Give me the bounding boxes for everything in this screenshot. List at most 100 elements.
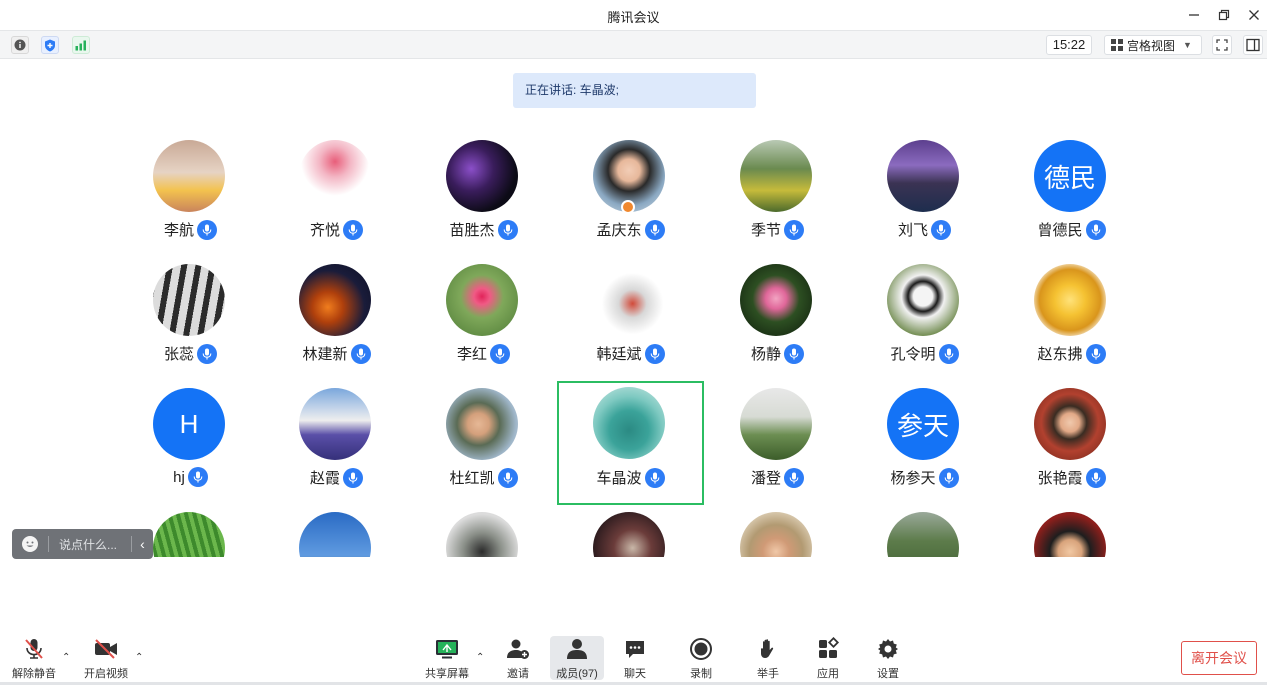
mic-icon [497,219,518,240]
grid-view-icon [1111,39,1123,51]
host-badge-icon [621,200,635,214]
hand-icon [755,636,781,662]
close-icon [1249,10,1259,20]
avatar [740,264,812,336]
participant-name: 杨参天 [890,470,936,487]
view-mode-dropdown[interactable]: 宫格视图 ▼ [1104,35,1202,55]
participant-tile[interactable]: 潘登 [704,378,851,502]
participant-tile[interactable]: H hj [117,378,264,502]
unmute-label: 解除静音 [12,668,56,680]
participant-tile[interactable]: 苗胜杰 [410,130,557,254]
emoji-icon[interactable] [22,536,38,552]
mic-icon [784,219,804,240]
avatar [446,140,518,212]
divider [48,536,49,552]
chat-placeholder[interactable]: 说点什么... [59,536,131,553]
mic-icon [1085,343,1106,364]
participant-tile[interactable] [851,502,998,557]
share-options-caret-icon[interactable]: ⌃ [476,652,484,663]
raise-hand-button[interactable]: 举手 [742,636,794,682]
mic-muted-icon [21,636,47,662]
apps-label: 应用 [817,668,839,680]
participant-name: 张蕊 [163,346,194,363]
participant-tile[interactable]: 齐悦 [263,130,410,254]
mic-icon [350,343,371,364]
members-button[interactable]: 成员(97) [551,636,603,682]
settings-button[interactable]: 设置 [862,636,914,682]
participant-tile[interactable]: 赵东拂 [998,254,1145,378]
avatar [593,512,665,557]
avatar [299,264,371,336]
participant-name: 刘飞 [897,222,928,239]
participant-name: hj [173,468,185,486]
participant-name: 赵霞 [309,470,340,487]
apps-button[interactable]: 应用 [802,636,854,682]
participant-name: 齐悦 [309,222,340,239]
side-panel-button[interactable] [1243,35,1263,55]
unmute-button[interactable]: 解除静音 [8,636,60,682]
participant-tile[interactable]: 李红 [410,254,557,378]
invite-user-icon [505,636,531,662]
caret-down-icon: ▼ [1183,40,1192,50]
invite-label: 邀请 [507,668,529,680]
security-button[interactable] [41,36,59,54]
speaking-indicator: 正在讲话: 车晶波; [513,73,756,108]
audio-options-caret-icon[interactable]: ⌃ [62,652,70,663]
mic-icon [490,343,510,364]
participant-tile[interactable]: 林建新 [263,254,410,378]
participant-tile[interactable]: 德民 曾德民 [998,130,1145,254]
participant-tile[interactable]: 杜红凯 [410,378,557,502]
mic-icon [931,219,951,240]
meeting-clock: 15:22 [1046,35,1092,55]
participant-tile[interactable]: 赵霞 [263,378,410,502]
info-icon [14,39,26,51]
participant-tile[interactable]: 李航 [117,130,264,254]
chat-button[interactable]: 聊天 [609,636,661,682]
mic-icon [1085,467,1106,488]
participant-tile[interactable]: 张艳霞 [998,378,1145,502]
participant-tile[interactable]: 孟庆东 [557,130,704,254]
participant-tile[interactable] [557,502,704,557]
fullscreen-button[interactable] [1212,35,1232,55]
title-bar: 腾讯会议 [0,0,1267,30]
avatar [887,264,959,336]
start-video-button[interactable]: 开启视频 [80,636,132,682]
avatar [299,140,371,212]
minimize-button[interactable] [1184,5,1204,25]
active-speaker-tile[interactable]: 车晶波 [557,381,704,505]
leave-meeting-button[interactable]: 离开会议 [1181,641,1257,675]
participant-tile[interactable] [263,502,410,557]
control-bar: 解除静音 ⌃ 开启视频 ⌃ 共享屏幕 ⌃ 邀请 成员(97) 聊天 录制 举手 … [0,628,1267,685]
record-button[interactable]: 录制 [675,636,727,682]
mic-icon [197,219,217,240]
participant-tile[interactable]: 韩廷斌 [557,254,704,378]
video-options-caret-icon[interactable]: ⌃ [135,652,143,663]
participant-tile[interactable]: 杨静 [704,254,851,378]
participant-tile[interactable] [704,502,851,557]
avatar [153,140,225,212]
participant-name: 潘登 [750,470,781,487]
invite-button[interactable]: 邀请 [492,636,544,682]
participant-tile[interactable]: 孔令明 [851,254,998,378]
close-button[interactable] [1244,5,1264,25]
participant-tile[interactable]: 季节 [704,130,851,254]
participant-tile[interactable]: 张蕊 [117,254,264,378]
avatar [446,264,518,336]
meeting-info-button[interactable] [11,36,29,54]
network-status-button[interactable] [72,36,90,54]
restore-button[interactable] [1214,5,1234,25]
mic-icon [497,467,518,488]
participant-tile[interactable] [998,502,1145,557]
share-screen-button[interactable]: 共享屏幕 [421,636,473,682]
mic-icon [938,467,959,488]
record-label: 录制 [690,668,712,680]
window-title: 腾讯会议 [607,10,660,25]
chat-quick-input[interactable]: 说点什么... ‹ [12,529,153,559]
participant-tile[interactable] [410,502,557,557]
view-mode-label: 宫格视图 [1127,38,1176,53]
collapse-chevron-icon[interactable]: ‹ [131,536,153,552]
participant-tile[interactable]: 参天 杨参天 [851,378,998,502]
start-video-label: 开启视频 [84,668,128,680]
participant-name: 李红 [456,346,487,363]
participant-tile[interactable]: 刘飞 [851,130,998,254]
